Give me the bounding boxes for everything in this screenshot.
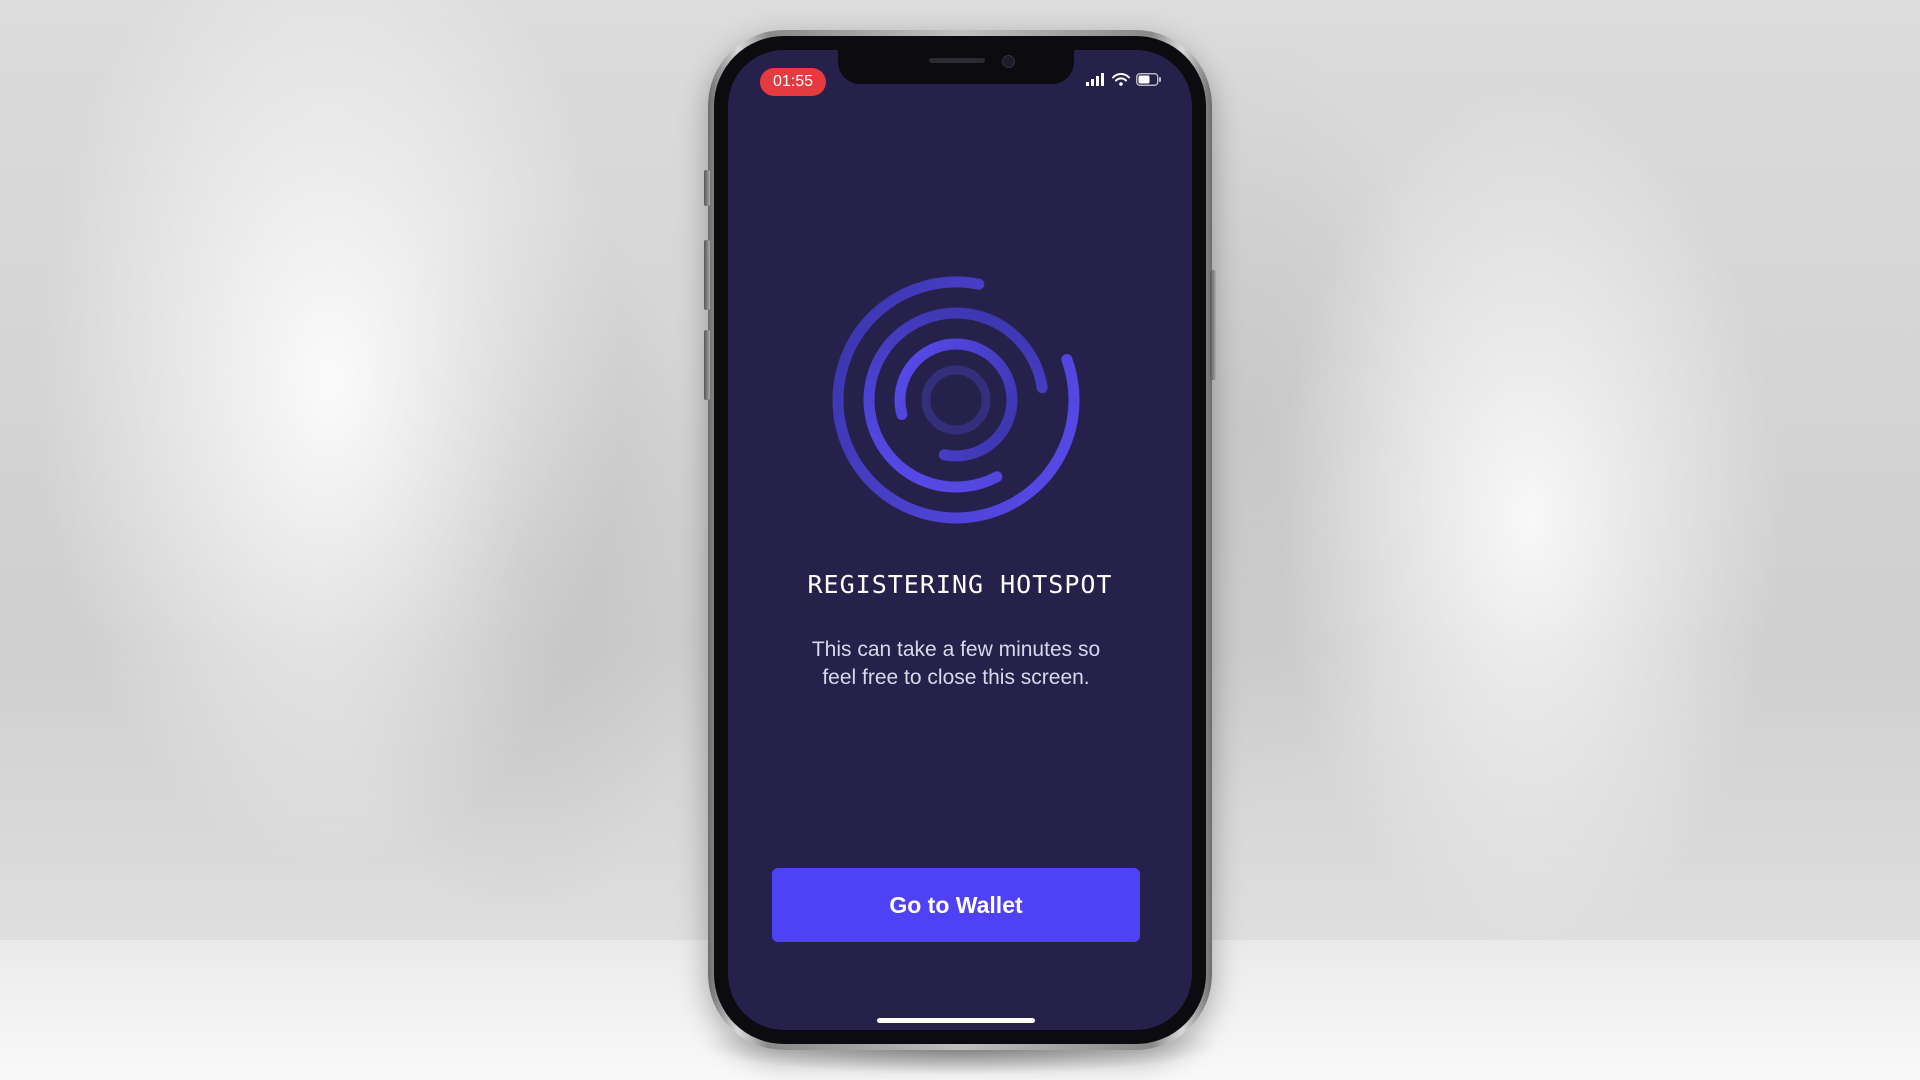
- notch: [838, 50, 1074, 84]
- home-indicator[interactable]: [877, 1018, 1035, 1023]
- front-camera: [1002, 55, 1015, 68]
- cellular-signal-icon: [1086, 73, 1106, 86]
- status-icons: [1086, 73, 1162, 86]
- app-screen: 01:55 REGISTERING HOTSPOT This can take …: [728, 50, 1192, 1030]
- wifi-icon: [1112, 73, 1130, 86]
- page-subtitle: This can take a few minutes so feel free…: [811, 638, 1101, 689]
- power-button: [1210, 270, 1216, 380]
- status-time: 01:55: [760, 68, 826, 96]
- page-title: REGISTERING HOTSPOT: [807, 570, 1113, 599]
- phone-mockup: 01:55 REGISTERING HOTSPOT This can take …: [704, 30, 1216, 1050]
- battery-icon: [1136, 73, 1162, 86]
- speaker-grille: [929, 58, 985, 63]
- go-to-wallet-button[interactable]: Go to Wallet: [772, 868, 1140, 942]
- volume-up-button: [704, 240, 710, 310]
- volume-down-button: [704, 330, 710, 400]
- loading-rings-icon: [826, 270, 1086, 530]
- silent-switch: [704, 170, 710, 206]
